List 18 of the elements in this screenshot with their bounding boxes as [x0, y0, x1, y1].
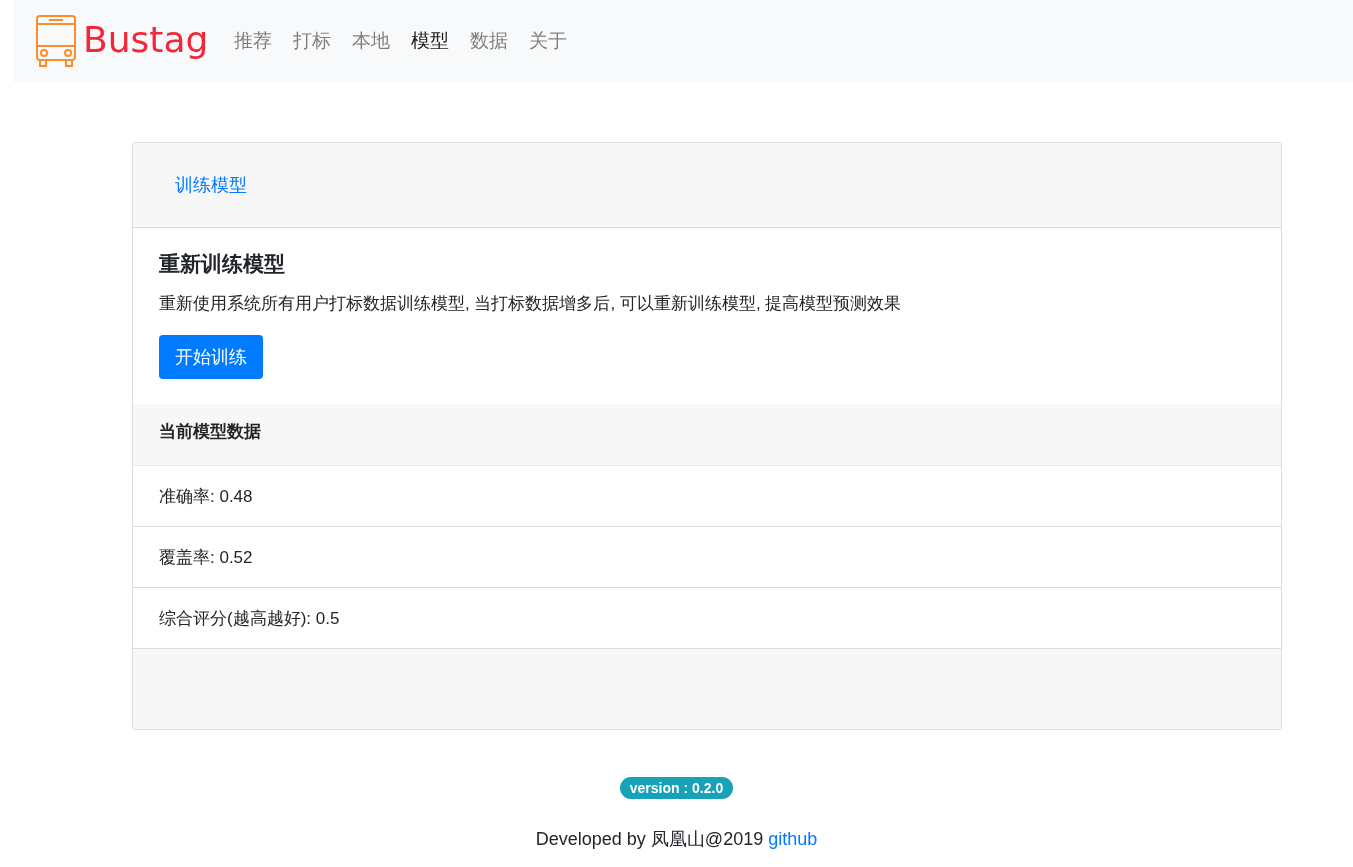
- train-model-tab[interactable]: 训练模型: [175, 173, 247, 197]
- stat-row: 覆盖率: 0.52: [133, 527, 1281, 588]
- nav-link[interactable]: 关于: [521, 28, 576, 54]
- bus-icon[interactable]: [35, 14, 77, 68]
- nav-link[interactable]: 打标: [285, 28, 340, 54]
- brand-link[interactable]: Bustag: [83, 18, 209, 64]
- github-link[interactable]: github: [768, 829, 818, 849]
- nav-link[interactable]: 本地: [344, 28, 399, 54]
- start-training-button[interactable]: 开始训练: [159, 335, 263, 379]
- credit-text: Developed by 凤凰山@2019: [535, 829, 764, 849]
- section-title: 重新训练模型: [159, 251, 286, 277]
- nav-link[interactable]: 数据: [462, 28, 517, 54]
- nav-link[interactable]: 模型: [403, 28, 458, 54]
- stats-heading: 当前模型数据: [133, 404, 1281, 466]
- nav-link[interactable]: 推荐: [226, 28, 281, 54]
- version-badge: version : 0.2.0: [619, 777, 734, 799]
- description-text: 重新使用系统所有用户打标数据训练模型, 当打标数据增多后, 可以重新训练模型, 提高模型预测效果: [159, 293, 903, 315]
- stat-row: 准确率: 0.48: [133, 466, 1281, 527]
